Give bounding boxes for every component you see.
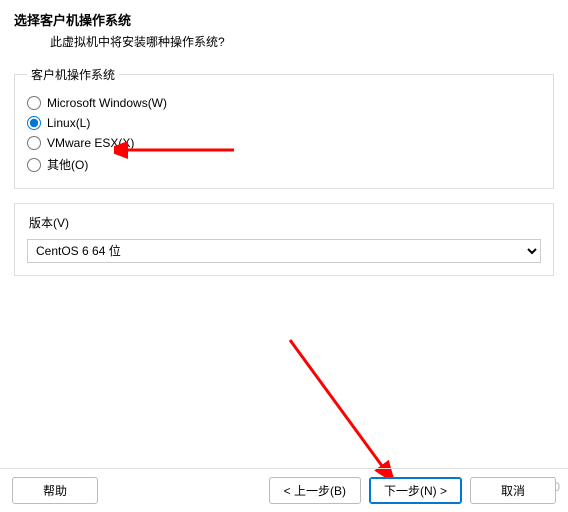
back-button[interactable]: < 上一步(B) bbox=[269, 477, 361, 504]
next-button[interactable]: 下一步(N) > bbox=[369, 477, 462, 504]
os-radio-linux[interactable] bbox=[27, 116, 41, 130]
os-label-esx: VMware ESX(X) bbox=[47, 136, 134, 150]
version-label: 版本(V) bbox=[27, 214, 541, 231]
os-option-windows[interactable]: Microsoft Windows(W) bbox=[27, 93, 541, 113]
guest-os-legend: 客户机操作系统 bbox=[27, 66, 119, 83]
os-option-other[interactable]: 其他(O) bbox=[27, 153, 541, 176]
os-label-windows: Microsoft Windows(W) bbox=[47, 96, 167, 110]
version-select[interactable]: CentOS 6 64 位 bbox=[27, 239, 541, 263]
os-radio-windows[interactable] bbox=[27, 96, 41, 110]
page-subtitle: 此虚拟机中将安装哪种操作系统? bbox=[14, 29, 554, 50]
wizard-footer: 帮助 < 上一步(B) 下一步(N) > 取消 bbox=[0, 468, 568, 512]
footer-button-group: < 上一步(B) 下一步(N) > 取消 bbox=[269, 477, 556, 504]
guest-os-group: 客户机操作系统 Microsoft Windows(W) Linux(L) VM… bbox=[14, 66, 554, 189]
page-title: 选择客户机操作系统 bbox=[14, 10, 554, 29]
os-option-esx[interactable]: VMware ESX(X) bbox=[27, 133, 541, 153]
os-radio-esx[interactable] bbox=[27, 136, 41, 150]
wizard-header: 选择客户机操作系统 此虚拟机中将安装哪种操作系统? bbox=[0, 0, 568, 56]
version-group: 版本(V) CentOS 6 64 位 bbox=[14, 203, 554, 276]
wizard-content: 客户机操作系统 Microsoft Windows(W) Linux(L) VM… bbox=[0, 56, 568, 276]
cancel-button[interactable]: 取消 bbox=[470, 477, 556, 504]
help-button[interactable]: 帮助 bbox=[12, 477, 98, 504]
os-option-linux[interactable]: Linux(L) bbox=[27, 113, 541, 133]
os-radio-other[interactable] bbox=[27, 158, 41, 172]
os-label-other: 其他(O) bbox=[47, 156, 88, 173]
os-label-linux: Linux(L) bbox=[47, 116, 90, 130]
